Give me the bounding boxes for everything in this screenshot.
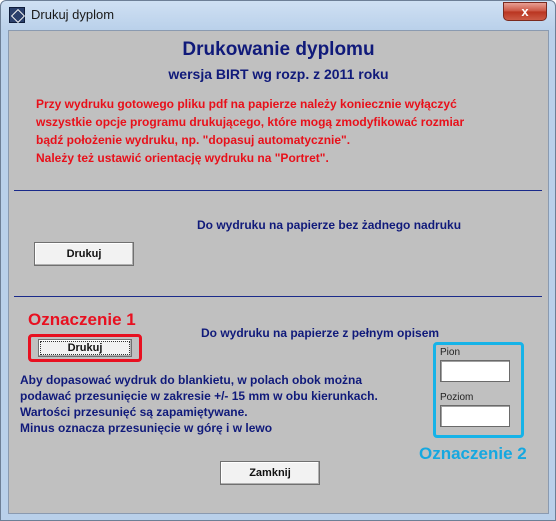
close-window-button[interactable]: x — [503, 2, 547, 21]
info-line: podawać przesunięcie w zakresie +/- 15 m… — [20, 389, 378, 403]
annotation-highlight-1 — [28, 334, 142, 362]
print-blank-button-label: Drukuj — [66, 248, 102, 260]
divider — [14, 296, 542, 297]
offset-instructions: Aby dopasować wydruk do blankietu, w pol… — [20, 372, 420, 436]
info-line: Minus oznacza przesunięcie w górę i w le… — [20, 421, 273, 435]
warning-line: wszystkie opcje programu drukującego, kt… — [36, 115, 465, 129]
title-bar[interactable]: Drukuj dyplom x — [1, 1, 555, 30]
warning-line: bądź położenie wydruku, np. "dopasuj aut… — [36, 133, 351, 147]
annotation-label-1: Oznaczenie 1 — [28, 310, 136, 329]
warning-line: Należy też ustawić orientację wydruku na… — [36, 151, 329, 165]
close-button-label: Zamknij — [249, 467, 291, 479]
window-title: Drukuj dyplom — [31, 7, 115, 22]
close-icon: x — [521, 4, 529, 19]
close-button[interactable]: Zamknij — [220, 461, 320, 485]
info-line: Wartości przesunięć są zapamiętywane. — [20, 405, 248, 419]
dialog-body: Drukowanie dyplomu wersja BIRT wg rozp. … — [8, 30, 549, 514]
page-title: Drukowanie dyplomu — [182, 39, 375, 60]
dialog-window: Drukuj dyplom x Drukowanie dyplomu wersj… — [0, 0, 556, 521]
warning-line: Przy wydruku gotowego pliku pdf na papie… — [36, 97, 457, 111]
app-icon — [9, 7, 25, 23]
full-description-label: Do wydruku na papierze z pełnym opisem — [201, 326, 440, 340]
divider — [14, 190, 542, 191]
info-line: Aby dopasować wydruk do blankietu, w pol… — [20, 373, 363, 387]
annotation-highlight-2 — [433, 342, 524, 438]
warning-text: Przy wydruku gotowego pliku pdf na papie… — [36, 95, 536, 167]
blank-paper-label: Do wydruku na papierze bez żadnego nadru… — [197, 218, 462, 232]
annotation-label-2: Oznaczenie 2 — [419, 444, 527, 463]
print-blank-button[interactable]: Drukuj — [34, 242, 134, 266]
page-subtitle: wersja BIRT wg rozp. z 2011 roku — [168, 66, 389, 82]
